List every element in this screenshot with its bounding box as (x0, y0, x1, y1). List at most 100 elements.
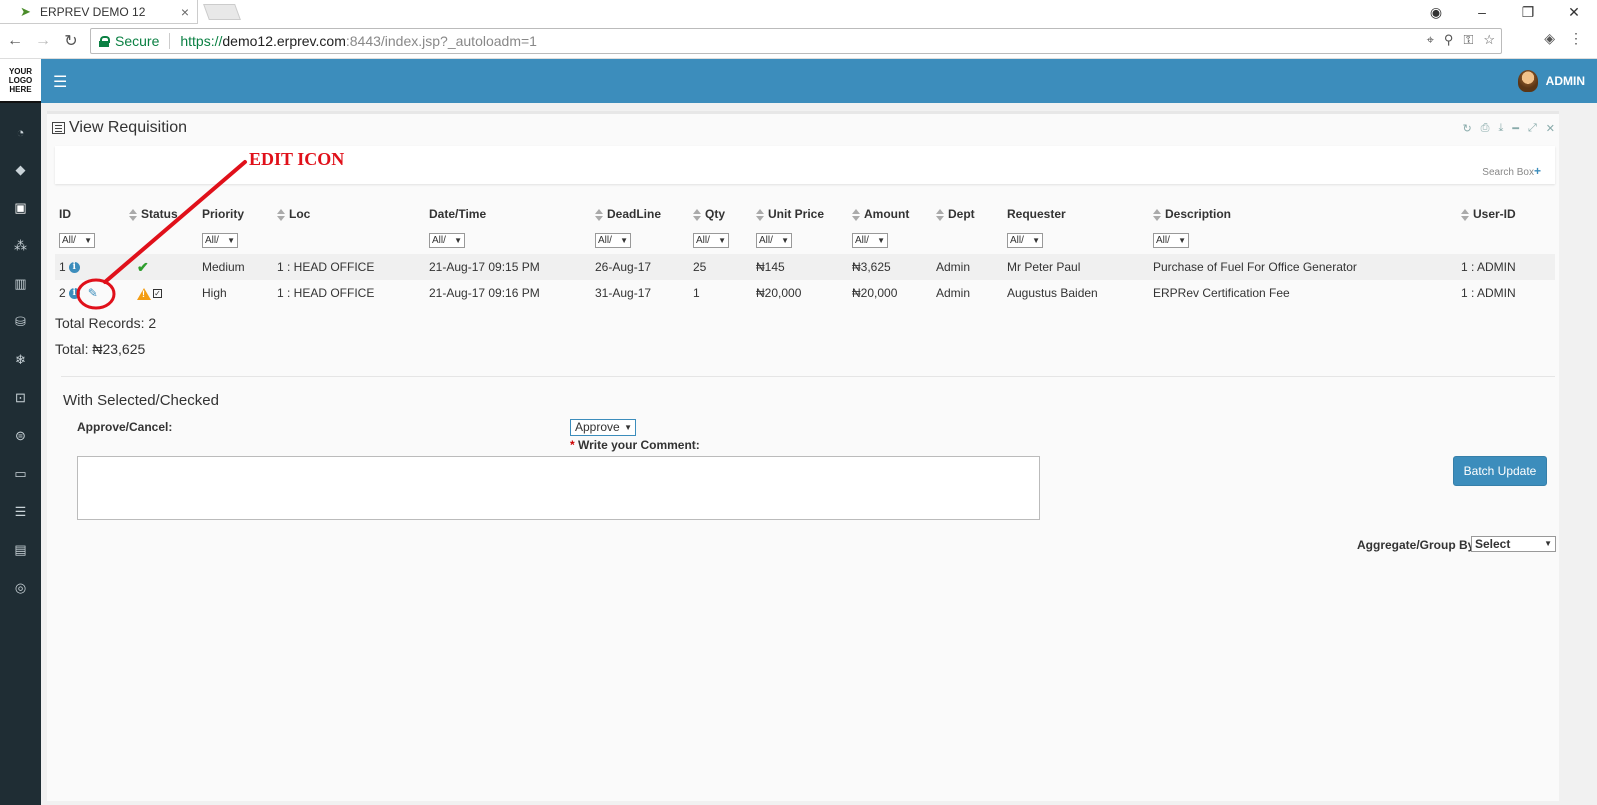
money-icon[interactable]: ▣ (0, 189, 41, 227)
column-header[interactable]: Qty (689, 202, 752, 226)
totals: Total Records: 2 Total: ₦23,625 (55, 315, 156, 367)
building-icon[interactable]: ▥ (0, 265, 41, 303)
forward-arrow-icon[interactable]: → (30, 32, 56, 50)
browser-tabbar: ➤ ERPREV DEMO 12 × ◉ – ❐ ✕ (0, 0, 1597, 24)
column-header[interactable]: Unit Price (752, 202, 848, 226)
column-header[interactable]: User-ID (1457, 202, 1555, 226)
filter-select-amount[interactable]: All/ (852, 233, 888, 248)
info-icon[interactable]: i (68, 287, 80, 299)
zoom-icon[interactable]: ⚲ (1444, 32, 1454, 48)
filter-select-deadline[interactable]: All/ (595, 233, 631, 248)
filter-select-datetime[interactable]: All/ (429, 233, 465, 248)
sort-icon (936, 208, 944, 221)
column-header[interactable]: Amount (848, 202, 932, 226)
tag-icon[interactable]: ◆ (0, 151, 41, 189)
browser-tab[interactable]: ➤ ERPREV DEMO 12 × (0, 0, 198, 24)
table-row[interactable]: 2i✎ ✓ High 1 : HEAD OFFICE 21-Aug-17 09:… (55, 280, 1555, 306)
approve-cancel-select[interactable]: Approve (570, 419, 636, 436)
profile-icon[interactable]: ◉ (1413, 4, 1459, 21)
new-tab-button[interactable] (203, 4, 241, 20)
requisition-table: ID Status Priority Loc Date/Time DeadLin… (55, 202, 1555, 306)
filter-select-id[interactable]: All/ (59, 233, 95, 248)
close-window-icon[interactable]: ✕ (1551, 4, 1597, 21)
monitor-icon[interactable]: ▭ (0, 455, 41, 493)
snowflake-icon[interactable]: ❄ (0, 341, 41, 379)
erprev-favicon-icon: ➤ (20, 3, 31, 19)
extension-icon[interactable]: ◈ (1544, 30, 1555, 47)
column-header[interactable]: Dept (932, 202, 1003, 226)
chrome-menu-icon[interactable]: ⋮ (1569, 30, 1583, 47)
avatar (1517, 70, 1538, 92)
cubes-icon[interactable]: ⁂ (0, 227, 41, 265)
address-bar[interactable]: Secure https:// demo12.erprev.com :8443/… (90, 28, 1502, 54)
filter-select-requester[interactable]: All/ (1007, 233, 1043, 248)
lock-icon (99, 35, 110, 47)
filter-select-qty[interactable]: All/ (693, 233, 729, 248)
location-icon[interactable]: ⌖ (1427, 32, 1434, 48)
url-path: :8443/index.jsp?_autoloadm=1 (345, 33, 537, 49)
search-box-toggle[interactable]: Search Box+ (1482, 164, 1541, 178)
database-cup-icon[interactable]: ⛁ (0, 303, 41, 341)
sort-icon (852, 208, 860, 221)
column-header[interactable]: Requester (1003, 202, 1149, 226)
user-menu[interactable]: ADMIN (1517, 70, 1585, 92)
browser-toolbar: ← → ↻ Secure https:// demo12.erprev.com … (0, 24, 1597, 59)
key-icon[interactable]: ⚿ (1463, 32, 1473, 48)
back-arrow-icon[interactable]: ← (2, 32, 28, 50)
print-icon[interactable]: ⎙ (1481, 122, 1490, 135)
sort-icon (129, 208, 137, 221)
book-icon[interactable]: ▤ (0, 531, 41, 569)
sort-icon (693, 208, 701, 221)
dashboard-icon[interactable]: ◔ (0, 113, 41, 151)
column-header[interactable]: Description (1149, 202, 1457, 226)
logo[interactable]: YOUR LOGO HERE (0, 59, 41, 103)
pencil-edit-icon[interactable]: ✎ (88, 286, 98, 300)
sort-icon (595, 208, 603, 221)
info-icon[interactable]: i (68, 262, 80, 274)
annotation-label: EDIT ICON (249, 149, 345, 169)
column-header[interactable]: Date/Time (425, 202, 591, 226)
minimize-icon[interactable]: – (1459, 4, 1505, 20)
comment-textarea[interactable] (77, 456, 1040, 520)
column-header[interactable]: Loc (273, 202, 425, 226)
hamburger-menu-icon[interactable]: ☰ (53, 72, 67, 92)
approved-check-icon: ✔ (137, 258, 149, 275)
column-header[interactable]: Status (125, 202, 198, 226)
user-label: ADMIN (1545, 74, 1585, 88)
circle-menu-icon[interactable]: ⊜ (0, 417, 41, 455)
cart-icon[interactable]: ⊡ (0, 379, 41, 417)
filter-select-priority[interactable]: All/ (202, 233, 238, 248)
column-header[interactable]: ID (55, 202, 125, 226)
url-host: demo12.erprev.com (222, 33, 346, 49)
app-header: ☰ ADMIN (41, 59, 1597, 103)
expand-icon[interactable]: ⤢ (1528, 122, 1537, 135)
batch-update-button[interactable]: Batch Update (1453, 456, 1547, 486)
restore-icon[interactable]: ❐ (1505, 4, 1551, 21)
total-amount: Total: ₦23,625 (55, 341, 146, 357)
bookmark-star-icon[interactable]: ☆ (1483, 32, 1495, 48)
aggregate-select[interactable]: Select (1471, 536, 1556, 552)
reload-icon[interactable]: ↻ (58, 31, 84, 51)
sidebar: YOUR LOGO HERE ◔ ◆ ▣ ⁂ ▥ ⛁ ❄ ⊡ ⊜ ▭ ☰ ▤ ◎ (0, 59, 41, 805)
aggregate-label: Aggregate/Group By: (1357, 538, 1479, 552)
table-row[interactable]: 1i ✔ Medium 1 : HEAD OFFICE 21-Aug-17 09… (55, 254, 1555, 280)
refresh-icon[interactable]: ↻ (1462, 122, 1471, 135)
database-icon[interactable]: ☰ (0, 493, 41, 531)
row-checkbox[interactable]: ✓ (153, 289, 162, 299)
page-title: View Requisition (69, 119, 187, 136)
filter-select-unit-price[interactable]: All/ (756, 233, 792, 248)
column-header[interactable]: DeadLine (591, 202, 689, 226)
requisition-panel: View Requisition ↻ ⎙ ⤓ ━ ⤢ ✕ Search Box+… (47, 111, 1559, 801)
close-panel-icon[interactable]: ✕ (1546, 122, 1555, 135)
column-header[interactable]: Priority (198, 202, 273, 226)
total-records: Total Records: 2 (55, 315, 157, 331)
filter-row: All/ All/ All/ All/ All/ All/ All/ All/ … (55, 226, 1555, 254)
filter-select-description[interactable]: All/ (1153, 233, 1189, 248)
table-header-row: ID Status Priority Loc Date/Time DeadLin… (55, 202, 1555, 226)
approve-cancel-label: Approve/Cancel: (77, 420, 173, 434)
sort-icon (1153, 208, 1161, 221)
minimize-panel-icon[interactable]: ━ (1512, 122, 1519, 135)
tab-close-icon[interactable]: × (181, 4, 189, 20)
download-icon[interactable]: ⤓ (1498, 122, 1503, 135)
lifebuoy-icon[interactable]: ◎ (0, 569, 41, 607)
